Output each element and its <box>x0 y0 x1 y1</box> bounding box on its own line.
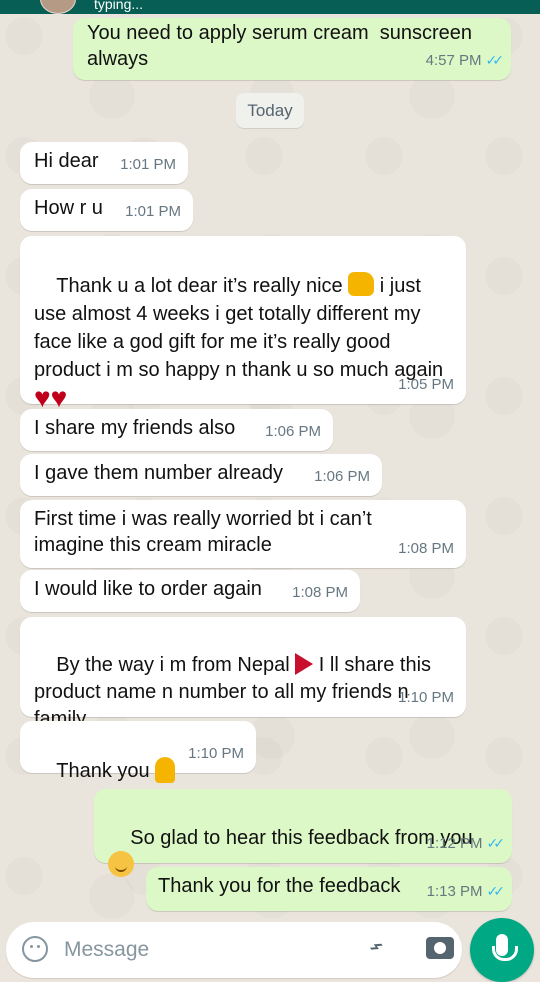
message-bubble[interactable]: I would like to order again 1:08 PM <box>20 570 360 612</box>
double-check-icon: ✓✓ <box>486 883 506 899</box>
message-bubble[interactable]: You need to apply serum cream sunscreen … <box>73 18 511 80</box>
message-bubble[interactable]: I gave them number already 1:06 PM <box>20 454 382 496</box>
message-bubble[interactable]: By the way i m from Nepal I ll share thi… <box>20 617 466 730</box>
contact-status: typing... <box>94 0 144 12</box>
message-bubble[interactable]: How r u 1:01 PM <box>20 189 193 231</box>
message-text-part: Thank u a lot dear it’s really nice <box>56 275 349 297</box>
message-time: 1:10 PM <box>398 689 454 706</box>
message-bubble[interactable]: First time i was really worried bt i can… <box>20 500 466 568</box>
message-text: First time i was really worried bt i can… <box>34 508 378 556</box>
message-time: 1:10 PM <box>188 745 244 762</box>
message-bubble[interactable]: Hi dear 1:01 PM <box>20 142 188 184</box>
message-time: 1:01 PM <box>120 156 176 173</box>
contact-avatar[interactable] <box>40 0 76 14</box>
message-bubble[interactable]: Thank you 1:10 PM <box>20 721 256 783</box>
message-time: 4:57 PM ✓✓ <box>425 52 505 69</box>
double-check-icon: ✓✓ <box>486 835 506 851</box>
message-time: 1:13 PM ✓✓ <box>426 883 506 900</box>
message-bubble[interactable]: I share my friends also 1:06 PM <box>20 409 333 451</box>
message-time: 1:01 PM <box>125 203 181 220</box>
praying-hands-icon <box>155 757 176 783</box>
message-time: 1:08 PM <box>398 540 454 557</box>
message-time: 1:05 PM <box>398 376 454 393</box>
message-time: 1:06 PM <box>265 423 321 440</box>
message-bubble[interactable]: Thank you for the feedback 1:13 PM ✓✓ <box>146 867 512 911</box>
message-time: 1:06 PM <box>314 468 370 485</box>
message-time: 1:08 PM <box>292 584 348 601</box>
emoji-icon[interactable] <box>22 936 48 962</box>
thumbs-up-icon <box>348 272 375 296</box>
mic-icon[interactable] <box>470 918 534 982</box>
attach-icon[interactable]: ⌁ <box>362 930 390 962</box>
smiling-face-icon <box>108 851 134 877</box>
message-bubble[interactable]: So glad to hear this feedback from you 1… <box>94 789 512 877</box>
message-time: 1:12 PM ✓✓ <box>426 835 506 852</box>
message-bubble[interactable]: Thank u a lot dear it’s really nice i ju… <box>20 236 466 443</box>
nepal-flag-icon <box>295 653 314 675</box>
message-input[interactable]: Message <box>64 938 149 962</box>
camera-icon[interactable] <box>426 937 454 959</box>
double-check-icon: ✓✓ <box>485 52 505 68</box>
message-composer[interactable]: Message ⌁ <box>6 922 462 978</box>
chat-header[interactable]: typing... <box>0 0 540 14</box>
date-chip: Today <box>236 93 304 128</box>
